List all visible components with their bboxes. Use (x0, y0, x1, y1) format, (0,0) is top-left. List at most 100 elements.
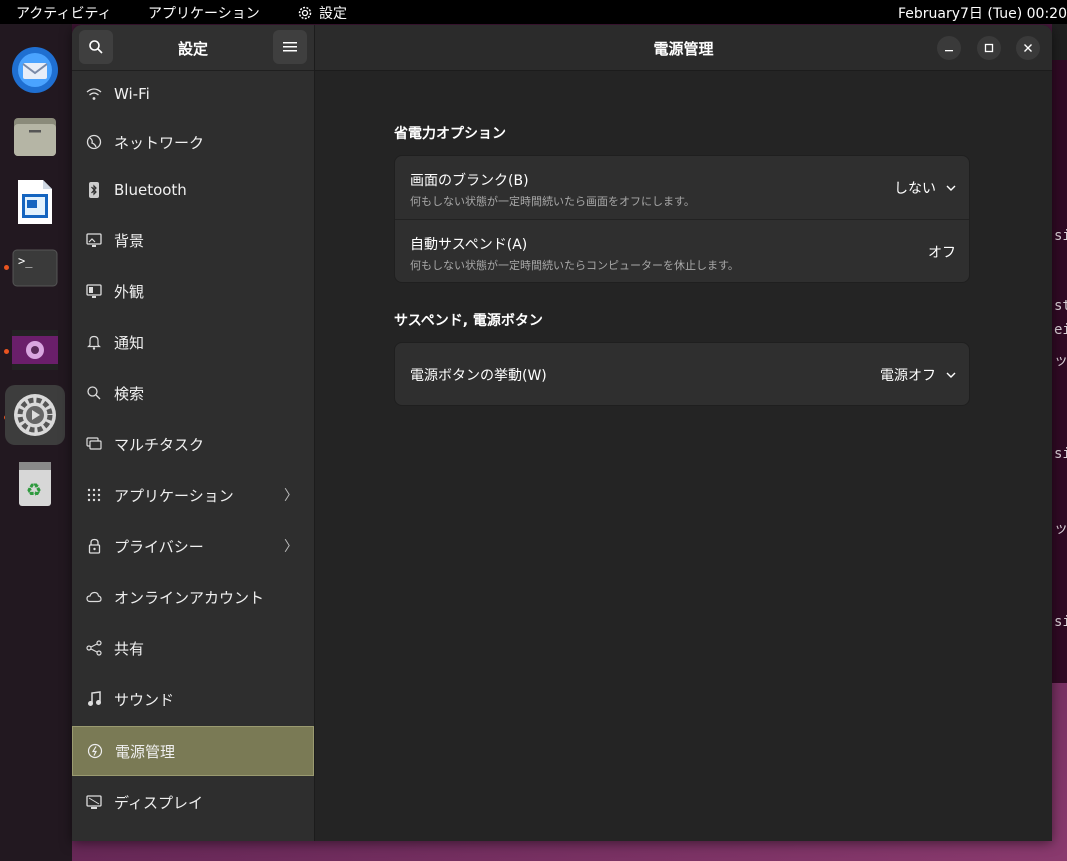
chevron-down-icon (946, 372, 956, 378)
gear-icon (298, 6, 312, 20)
close-icon (1024, 44, 1032, 52)
search-icon (86, 385, 102, 401)
lock-icon (86, 538, 102, 554)
dropdown-value: しない (894, 181, 936, 197)
blank-screen-dropdown[interactable]: しない (894, 178, 956, 198)
sidebar-item-label: プライバシー (114, 537, 204, 556)
sidebar-item-applications[interactable]: アプリケーション 〉 (72, 471, 314, 519)
clock[interactable]: February7日 (Tue) 00:20 (898, 3, 1067, 23)
appearance-icon (86, 283, 102, 299)
svg-text:♻: ♻ (26, 480, 42, 501)
thunderbird-icon (12, 47, 58, 93)
dock-video[interactable] (5, 320, 65, 380)
chevron-down-icon (946, 185, 956, 191)
background-terminal[interactable]: si st ei ッ si ッ si (1052, 60, 1067, 683)
power-icon (87, 743, 103, 759)
section-title: 省電力オプション (394, 126, 506, 142)
dock-trash[interactable]: ♻ (5, 454, 65, 514)
svg-text:>_: >_ (18, 254, 33, 268)
sidebar-item-background[interactable]: 背景 (72, 216, 314, 264)
sidebar-item-label: Wi-Fi (114, 85, 150, 103)
maximize-icon (984, 43, 994, 53)
sidebar-item-label: 通知 (114, 333, 145, 352)
sidebar-item-label: ディスプレイ (114, 793, 203, 812)
sidebar-item-display[interactable]: ディスプレイ (72, 778, 314, 826)
sidebar-item-label: 検索 (114, 384, 145, 403)
sidebar-item-network[interactable]: ネットワーク (72, 118, 314, 166)
auto-suspend-row[interactable]: 自動サスペンド(A) 何もしない状態が一定時間続いたらコンピューターを休止します… (395, 220, 971, 283)
settings-icon (14, 394, 56, 436)
multitask-icon (86, 436, 102, 452)
cloud-icon (86, 589, 102, 605)
power-button-row[interactable]: 電源ボタンの挙動(W) 電源オフ (395, 343, 971, 405)
row-subtitle: 何もしない状態が一定時間続いたらコンピューターを休止します。 (410, 259, 739, 272)
files-icon (14, 118, 56, 156)
terminal-line: st (1054, 298, 1067, 314)
sidebar-item-sound[interactable]: サウンド (72, 675, 314, 723)
sidebar: 設定 Wi-Fi ネットワーク Bluetooth 背景 外観 通知 検索 マル… (72, 25, 315, 841)
background-icon (86, 232, 102, 248)
wifi-icon (86, 86, 102, 102)
terminal-line: ッ (1054, 521, 1067, 537)
sidebar-item-appearance[interactable]: 外観 (72, 267, 314, 315)
activities-button[interactable]: アクティビティ (16, 3, 112, 23)
display-icon (86, 794, 102, 810)
section-title: サスペンド, 電源ボタン (394, 313, 543, 329)
trash-icon: ♻ (19, 462, 51, 506)
sidebar-item-label: マルチタスク (114, 435, 205, 454)
sidebar-item-privacy[interactable]: プライバシー 〉 (72, 522, 314, 570)
sidebar-item-power[interactable]: 電源管理 (72, 726, 314, 776)
share-icon (86, 640, 102, 656)
dock-files[interactable] (5, 106, 65, 166)
sidebar-item-notifications[interactable]: 通知 (72, 318, 314, 366)
sidebar-item-label: 背景 (114, 231, 145, 250)
sidebar-item-label: サウンド (114, 690, 175, 709)
main-header: 電源管理 (315, 25, 1052, 71)
bell-icon (86, 334, 102, 350)
network-icon (86, 134, 102, 150)
row-value: オフ (928, 245, 956, 261)
applications-menu[interactable]: アプリケーション (148, 3, 260, 23)
settings-window: 設定 Wi-Fi ネットワーク Bluetooth 背景 外観 通知 検索 マル… (72, 25, 1052, 841)
row-title: 画面のブランク(B) (410, 173, 529, 189)
main-content: 省電力オプション 画面のブランク(B) 何もしない状態が一定時間続いたら画面をオ… (315, 71, 1052, 841)
terminal-line: si (1054, 614, 1067, 630)
power-saving-card: 画面のブランク(B) 何もしない状態が一定時間続いたら画面をオフにします。 しな… (394, 155, 970, 283)
dock-settings[interactable] (5, 385, 65, 445)
dock-terminal[interactable]: >_ (5, 238, 65, 298)
terminal-line: si (1054, 228, 1067, 244)
top-bar: アクティビティ アプリケーション 設定 February7日 (Tue) 00:… (0, 0, 1067, 24)
sidebar-item-label: オンラインアカウント (114, 588, 265, 607)
dock-thunderbird[interactable] (5, 40, 65, 100)
minimize-button[interactable] (937, 36, 961, 60)
power-button-dropdown[interactable]: 電源オフ (880, 365, 956, 385)
sidebar-item-label: ネットワーク (114, 133, 205, 152)
row-subtitle: 何もしない状態が一定時間続いたら画面をオフにします。 (410, 195, 695, 208)
sidebar-item-search[interactable]: 検索 (72, 369, 314, 417)
sidebar-item-sharing[interactable]: 共有 (72, 624, 314, 672)
sidebar-item-bluetooth[interactable]: Bluetooth (72, 166, 314, 214)
sidebar-item-wifi[interactable]: Wi-Fi (72, 70, 314, 118)
apps-grid-icon (86, 487, 102, 503)
menu-button[interactable] (273, 30, 307, 64)
auto-suspend-value[interactable]: オフ (928, 242, 956, 262)
close-button[interactable] (1016, 36, 1040, 60)
sidebar-item-label: アプリケーション (114, 486, 234, 505)
terminal-line: si (1054, 446, 1067, 462)
blank-screen-row[interactable]: 画面のブランク(B) 何もしない状態が一定時間続いたら画面をオフにします。 しな… (395, 156, 971, 219)
chevron-right-icon: 〉 (284, 539, 298, 555)
minimize-icon (945, 50, 953, 52)
power-button-card: 電源ボタンの挙動(W) 電源オフ (394, 342, 970, 406)
terminal-line: ei (1054, 322, 1067, 338)
settings-app-menu[interactable]: 設定 (297, 3, 347, 23)
dropdown-value: 電源オフ (880, 368, 936, 384)
sidebar-item-multitasking[interactable]: マルチタスク (72, 420, 314, 468)
sidebar-item-label: 共有 (114, 639, 145, 658)
terminal-line: ッ (1054, 353, 1067, 369)
hamburger-icon (283, 42, 297, 52)
maximize-button[interactable] (977, 36, 1001, 60)
settings-app-label: 設定 (319, 6, 347, 22)
sidebar-item-online-accounts[interactable]: オンラインアカウント (72, 573, 314, 621)
dock-writer[interactable] (5, 172, 65, 232)
sidebar-item-label: Bluetooth (114, 181, 187, 199)
